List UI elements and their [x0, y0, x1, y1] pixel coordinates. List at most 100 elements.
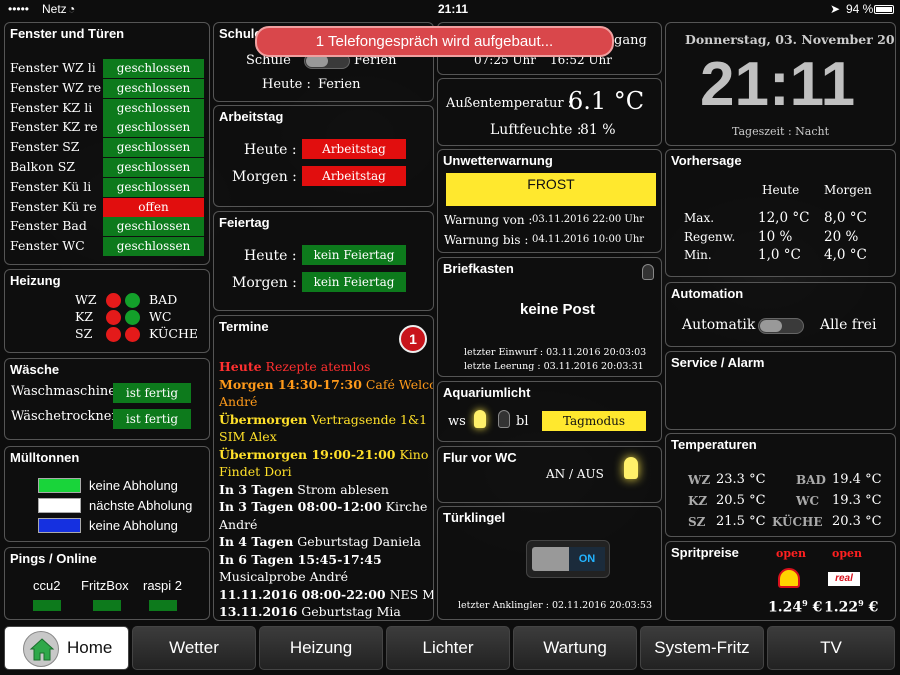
window-status[interactable]: geschlossen — [103, 177, 204, 197]
window-status[interactable]: geschlossen — [103, 78, 204, 98]
location-icon: ➤ — [830, 2, 841, 16]
appointment-text: Geburtstag Daniela — [293, 534, 421, 549]
fuel-open-1: open — [776, 547, 807, 560]
nav-tab-wetter[interactable]: Wetter — [132, 626, 256, 670]
aquarium-mode[interactable]: Tagmodus — [542, 411, 646, 431]
heating-room-label: SZ — [75, 326, 93, 341]
mailbox-last-in: letzter Einwurf : 03.11.2016 20:03:03 — [464, 347, 647, 358]
appointments-panel: Termine 1 Heute Rezepte atemlos Morgen 14… — [213, 315, 434, 621]
forecast-today-value: 12,0 °C — [758, 210, 810, 226]
forecast-panel: Vorhersage Heute Morgen Max. 12,0 °C 8,0 °… — [665, 149, 896, 277]
forecast-row-label: Max. — [684, 211, 715, 225]
shell-logo-icon — [778, 568, 800, 588]
ping-indicator — [149, 600, 177, 611]
appointment-line: André — [219, 393, 433, 411]
panel-title: Service / Alarm — [671, 355, 765, 370]
window-status[interactable]: geschlossen — [103, 118, 204, 138]
fuel-open-2: open — [832, 547, 863, 560]
notification-badge[interactable]: 1 — [399, 325, 427, 353]
appointment-text: Kino — [395, 446, 429, 462]
bulb-on-icon[interactable] — [474, 410, 486, 428]
call-toast[interactable]: 1 Telefongespräch wird aufgebaut... — [255, 26, 614, 57]
holiday-panel: Feiertag Heute : kein Feiertag Morgen : … — [213, 211, 434, 311]
school-today-label: Heute : — [262, 77, 311, 92]
daytime-label: Tageszeit : Nacht — [732, 125, 830, 138]
panel-title: Mülltonnen — [10, 450, 80, 465]
temp-value: 21.5 °C — [716, 514, 766, 529]
automation-toggle[interactable] — [758, 318, 804, 334]
appointment-text: Übermorgen 19:00-21:00 — [219, 446, 396, 462]
bulb-off-icon — [642, 264, 654, 280]
window-label: Fenster WZ re — [10, 79, 102, 95]
workday-today-value[interactable]: Arbeitstag — [302, 139, 406, 159]
outdoor-panel: Außentemperatur : 6.1 °C Luftfeuchte : 8… — [437, 78, 662, 146]
holiday-today-label: Heute : — [244, 248, 297, 264]
temp-room-label: SZ — [688, 515, 706, 529]
forecast-tomorrow-value: 20 % — [824, 228, 859, 245]
heating-valve-indicator — [106, 327, 121, 342]
panel-title: Termine — [219, 319, 269, 334]
forecast-today-value: 1,0 °C — [758, 247, 801, 263]
nav-tab-wartung[interactable]: Wartung — [513, 626, 637, 670]
panel-title: Wäsche — [10, 362, 60, 377]
window-label: Fenster WC — [10, 238, 85, 254]
laundry-panel: Wäsche Waschmaschine ist fertig Wäschetr… — [4, 358, 210, 440]
fuel-panel: Spritpreise open open real 1.249 € 1.229… — [665, 541, 896, 621]
appointment-text: Übermorgen — [219, 411, 308, 427]
temp-room-label: WZ — [688, 473, 711, 487]
appointment-text: In 3 Tagen — [219, 481, 294, 497]
appointment-text: In 4 Tagen — [219, 534, 294, 549]
holiday-today-value[interactable]: kein Feiertag — [302, 245, 406, 265]
washer-status[interactable]: ist fertig — [113, 383, 191, 403]
forecast-col-tomorrow: Morgen — [824, 183, 872, 197]
trash-color-swatch — [38, 518, 81, 533]
window-status[interactable]: geschlossen — [103, 138, 204, 158]
holiday-tomorrow-value[interactable]: kein Feiertag — [302, 272, 406, 292]
bulb-on-icon[interactable] — [624, 457, 638, 479]
automation-panel: Automation Automatik Alle frei — [665, 282, 896, 347]
humidity-label: Luftfeuchte : — [490, 122, 582, 138]
battery-text: 94 % — [846, 2, 874, 16]
window-status[interactable]: geschlossen — [103, 98, 204, 118]
aquarium-bl-label: bl — [516, 414, 529, 429]
warning-value: FROST — [446, 173, 656, 206]
doorbell-toggle[interactable]: ON — [526, 540, 610, 578]
mailbox-status: keine Post — [520, 301, 596, 318]
nav-tab-lichter[interactable]: Lichter — [386, 626, 510, 670]
window-status[interactable]: geschlossen — [103, 158, 204, 177]
appointment-text: Findet Dori — [219, 464, 292, 479]
panel-title: Automation — [671, 286, 744, 301]
nav-tab-system-fritz[interactable]: System-Fritz — [640, 626, 764, 670]
appointment-line: In 4 Tagen Geburtstag Daniela — [219, 533, 433, 551]
window-status[interactable]: geschlossen — [103, 237, 204, 257]
bulb-off-icon[interactable] — [498, 410, 510, 428]
windows-panel: Fenster und Türen Fenster WZ li geschloss… — [4, 22, 210, 265]
nav-tab-tv[interactable]: TV — [767, 626, 895, 670]
window-status[interactable]: geschlossen — [103, 59, 204, 78]
workday-tomorrow-value[interactable]: Arbeitstag — [302, 166, 406, 186]
heating-valve-indicator — [106, 310, 121, 325]
window-status[interactable]: geschlossen — [103, 217, 204, 237]
heating-valve-indicator — [106, 293, 121, 308]
appointment-line: André — [219, 516, 433, 534]
window-label: Fenster SZ — [10, 139, 80, 155]
appointment-text: André — [219, 394, 258, 409]
appointment-line: In 3 Tagen Strom ablesen — [219, 481, 433, 499]
nav-tab-heizung[interactable]: Heizung — [259, 626, 383, 670]
appointment-line: Morgen 14:30-17:30 Café Welcome — [219, 376, 433, 394]
nav-tab-home[interactable]: Home — [4, 626, 129, 670]
appointment-text: In 6 Tagen 15:45-17:45 — [219, 551, 382, 567]
panel-title: Flur vor WC — [443, 450, 517, 465]
appointment-text: Kirche — [381, 499, 428, 514]
panel-title: Heizung — [10, 273, 61, 288]
sun-label: gang — [614, 33, 647, 48]
doorbell-last: letzter Anklingler : 02.11.2016 20:03:53 — [458, 600, 653, 611]
hall-toggle-label: AN / AUS — [546, 467, 604, 481]
panel-title: Vorhersage — [671, 153, 742, 168]
forecast-today-value: 10 % — [758, 228, 793, 245]
dryer-status[interactable]: ist fertig — [113, 409, 191, 429]
automation-label: Automatik — [682, 317, 756, 333]
warning-from-label: Warnung von : — [444, 213, 533, 227]
window-status[interactable]: offen — [103, 197, 204, 217]
temp-room-label: WC — [796, 494, 820, 508]
